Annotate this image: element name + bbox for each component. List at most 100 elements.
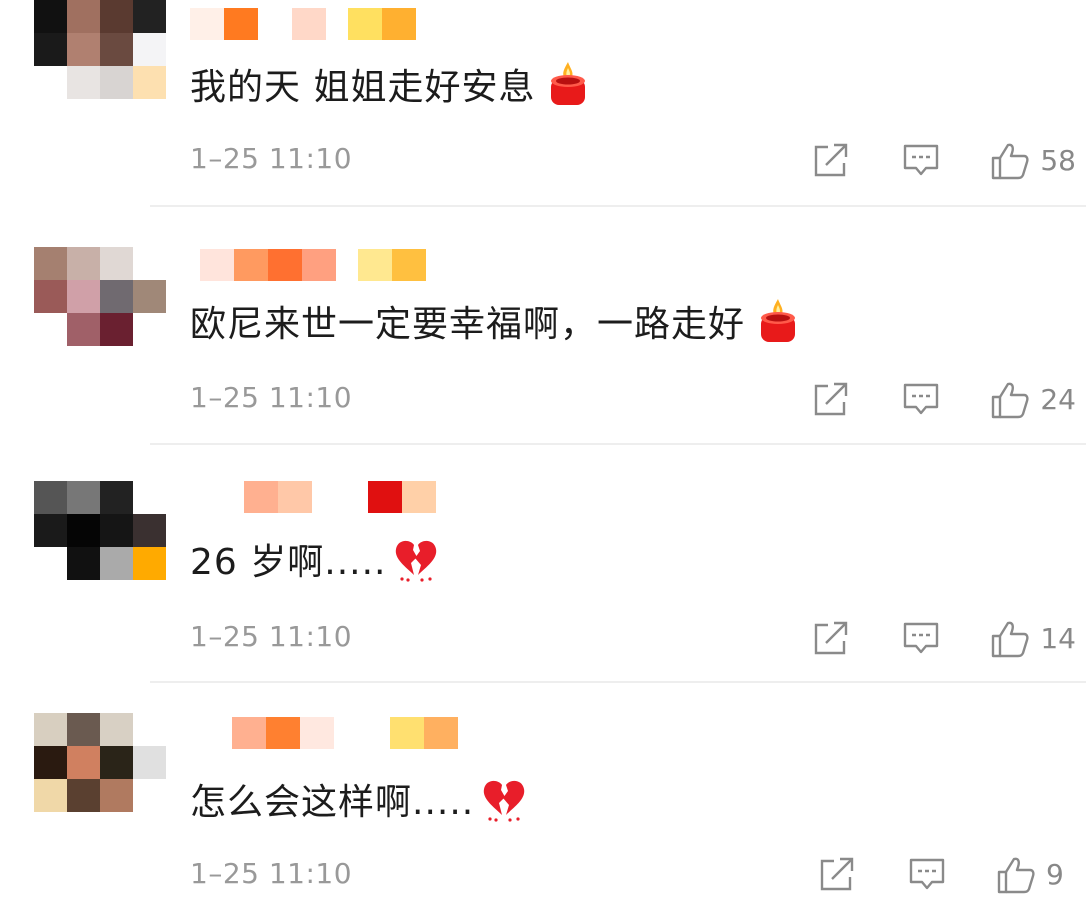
username-mosaic-block [312,481,346,513]
share-icon[interactable] [812,619,850,657]
avatar-mosaic-cell [34,746,67,779]
share-icon[interactable] [812,141,850,179]
username[interactable] [210,479,436,515]
username-mosaic-block [200,249,234,281]
username-mosaic-block [348,8,382,40]
avatar-mosaic-cell [67,547,100,580]
divider [150,681,1086,683]
username-mosaic-block [334,717,368,749]
avatar-mosaic-cell [100,280,133,313]
share-icon[interactable] [818,855,856,893]
avatar-mosaic-cell [133,280,166,313]
comment-actions: 14 [812,618,1076,658]
comment-reply-icon[interactable] [902,380,940,418]
comment-reply-icon[interactable] [902,141,940,179]
avatar-mosaic-cell [34,547,67,580]
username-mosaic-block [368,481,402,513]
username[interactable] [190,6,416,42]
avatar-mosaic-cell [133,746,166,779]
avatar-mosaic-cell [67,746,100,779]
comment-text: 欧尼来世一定要幸福啊，一路走好 [190,295,799,347]
username-mosaic-block [266,717,300,749]
avatar[interactable] [34,0,166,100]
avatar-mosaic-cell [67,313,100,346]
username-mosaic-block [278,481,312,513]
avatar[interactable] [34,713,166,813]
thumbs-up-icon[interactable] [990,380,1029,419]
like-count: 14 [1040,621,1076,655]
avatar-mosaic-cell [100,481,133,514]
broken-heart-icon [392,535,437,583]
username-mosaic-block [224,8,258,40]
like-count: 24 [1040,382,1076,416]
divider [150,205,1086,207]
avatar-mosaic-cell [100,713,133,746]
avatar-mosaic-cell [67,247,100,280]
avatar-mosaic-cell [34,713,67,746]
avatar-mosaic-cell [34,66,67,99]
username-mosaic-block [300,717,334,749]
avatar-mosaic-cell [133,0,166,33]
avatar-mosaic-cell [100,0,133,33]
username-mosaic-block [268,249,302,281]
avatar-mosaic-cell [100,514,133,547]
avatar-mosaic-cell [67,779,100,812]
username-mosaic-gap [368,717,390,749]
thumbs-up-icon[interactable] [990,141,1029,180]
avatar[interactable] [34,247,166,347]
avatar-mosaic-cell [133,713,166,746]
username[interactable] [232,715,458,751]
avatar-mosaic-cell [67,514,100,547]
avatar-mosaic-cell [100,247,133,280]
username-mosaic-block [244,481,278,513]
avatar-mosaic-cell [34,280,67,313]
avatar-mosaic-cell [100,313,133,346]
like-button[interactable]: 9 [996,855,1076,894]
username-mosaic-gap [336,249,358,281]
username-mosaic-block [382,8,416,40]
avatar-mosaic-cell [67,481,100,514]
username-mosaic-block [392,249,426,281]
comment-text-content: 我的天 姐姐走好安息 [190,67,536,108]
divider [150,443,1086,445]
comment-time: 1–25 11:10 [190,857,353,890]
avatar[interactable] [34,481,166,581]
username-mosaic-block [292,8,326,40]
avatar-mosaic-cell [67,0,100,33]
comment-actions: 58 [812,140,1076,180]
like-button[interactable]: 58 [990,141,1076,180]
comment-reply-icon[interactable] [902,619,940,657]
share-icon[interactable] [812,380,850,418]
avatar-mosaic-cell [67,280,100,313]
comment-reply-icon[interactable] [908,855,946,893]
username[interactable] [200,247,426,283]
comment-time: 1–25 11:10 [190,142,353,175]
avatar-mosaic-cell [67,66,100,99]
avatar-mosaic-cell [133,33,166,66]
comment-text: 26 岁啊..... [190,533,437,585]
username-mosaic-block [358,249,392,281]
comment-text-content: 怎么会这样啊..... [190,782,475,823]
avatar-mosaic-cell [34,33,67,66]
username-mosaic-block [232,717,266,749]
avatar-mosaic-cell [100,746,133,779]
username-mosaic-block [258,8,292,40]
candle-icon [757,297,799,345]
thumbs-up-icon[interactable] [990,619,1029,658]
like-button[interactable]: 24 [990,380,1076,419]
like-count: 9 [1046,857,1064,891]
thumbs-up-icon[interactable] [996,855,1035,894]
avatar-mosaic-cell [34,313,67,346]
avatar-mosaic-cell [34,0,67,33]
comment-text: 怎么会这样啊..... [190,773,525,825]
avatar-mosaic-cell [67,713,100,746]
avatar-mosaic-cell [100,66,133,99]
avatar-mosaic-cell [133,779,166,812]
avatar-mosaic-cell [34,514,67,547]
comment-time: 1–25 11:10 [190,620,353,653]
username-mosaic-block [302,249,336,281]
like-button[interactable]: 14 [990,619,1076,658]
username-mosaic-block [424,717,458,749]
username-mosaic-block [210,481,244,513]
avatar-mosaic-cell [133,481,166,514]
